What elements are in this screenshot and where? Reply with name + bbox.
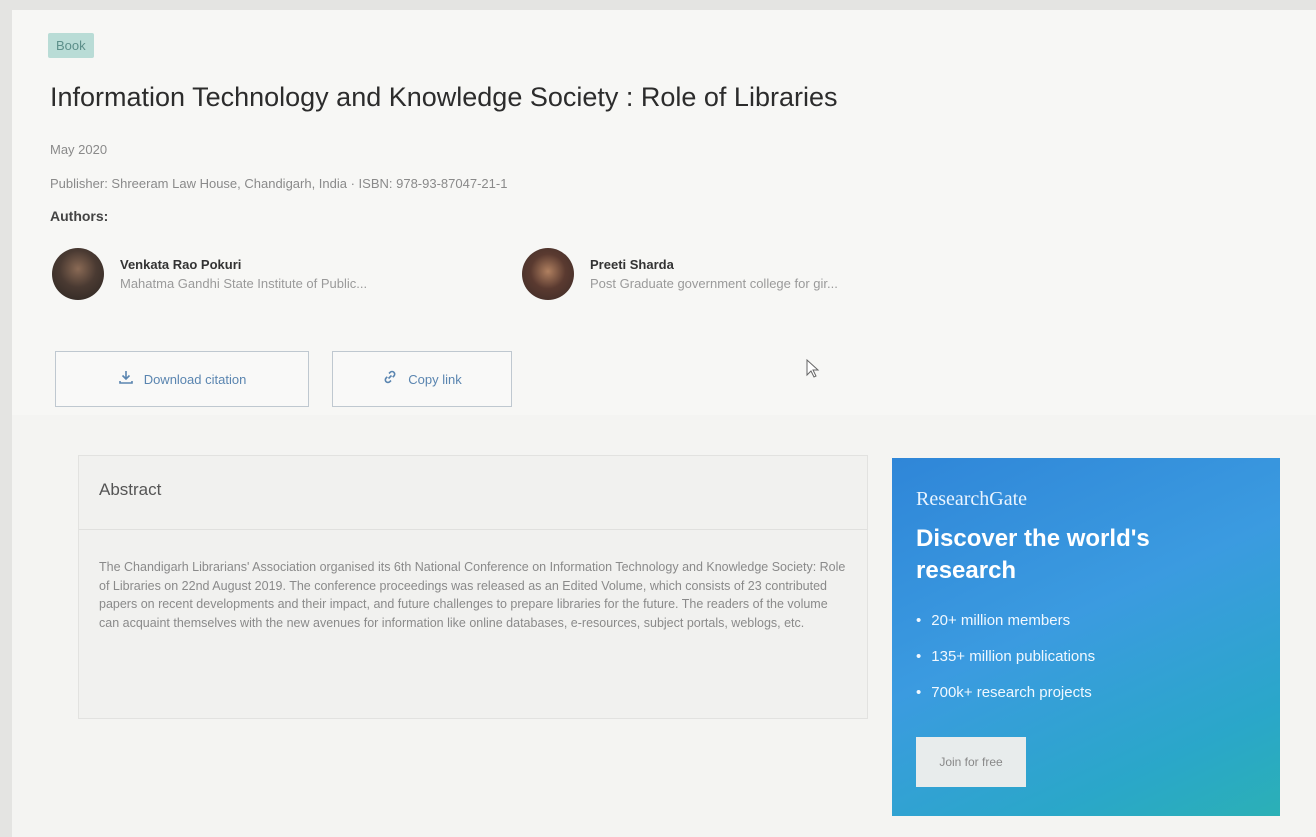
author-affiliation: Mahatma Gandhi State Institute of Public… [120,276,368,291]
avatar[interactable] [52,248,104,300]
avatar[interactable] [522,248,574,300]
promo-stats: 20+ million members 135+ million publica… [916,603,1256,711]
author-name[interactable]: Preeti Sharda [590,257,838,272]
page-title: Information Technology and Knowledge Soc… [50,82,838,112]
publication-page: Book Information Technology and Knowledg… [12,10,1316,837]
download-citation-label: Download citation [143,371,247,387]
abstract-text: The Chandigarh Librarians' Association o… [99,560,846,630]
author-card[interactable]: Preeti Sharda Post Graduate government c… [522,248,838,300]
download-citation-button[interactable]: Download citation [55,351,309,407]
promo-headline: Discover the world's research [916,525,1150,584]
link-icon [382,369,398,390]
authors-label: Authors: [50,208,109,224]
list-item: 135+ million publications [916,639,1256,675]
author-name[interactable]: Venkata Rao Pokuri [120,257,367,272]
author-card[interactable]: Venkata Rao Pokuri Mahatma Gandhi State … [52,248,367,300]
list-item: 700k+ research projects [916,675,1256,711]
publication-header: Book Information Technology and Knowledg… [12,10,1316,415]
abstract-heading: Abstract [79,456,867,530]
list-item: 20+ million members [916,603,1256,639]
mouse-cursor-icon [806,358,820,384]
abstract-card: Abstract The Chandigarh Librarians' Asso… [78,455,868,719]
type-badge: Book [48,33,94,58]
copy-link-button[interactable]: Copy link [332,351,512,407]
author-affiliation: Post Graduate government college for gir… [590,276,838,291]
publisher-info: Publisher: Shreeram Law House, Chandigar… [50,176,508,191]
download-icon [118,369,134,390]
join-for-free-button[interactable]: Join for free [916,737,1026,787]
copy-link-label: Copy link [408,371,462,387]
researchgate-promo: ResearchGate Discover the world's resear… [892,458,1280,816]
publication-date: May 2020 [50,142,108,157]
researchgate-logo: ResearchGate [916,488,1028,510]
